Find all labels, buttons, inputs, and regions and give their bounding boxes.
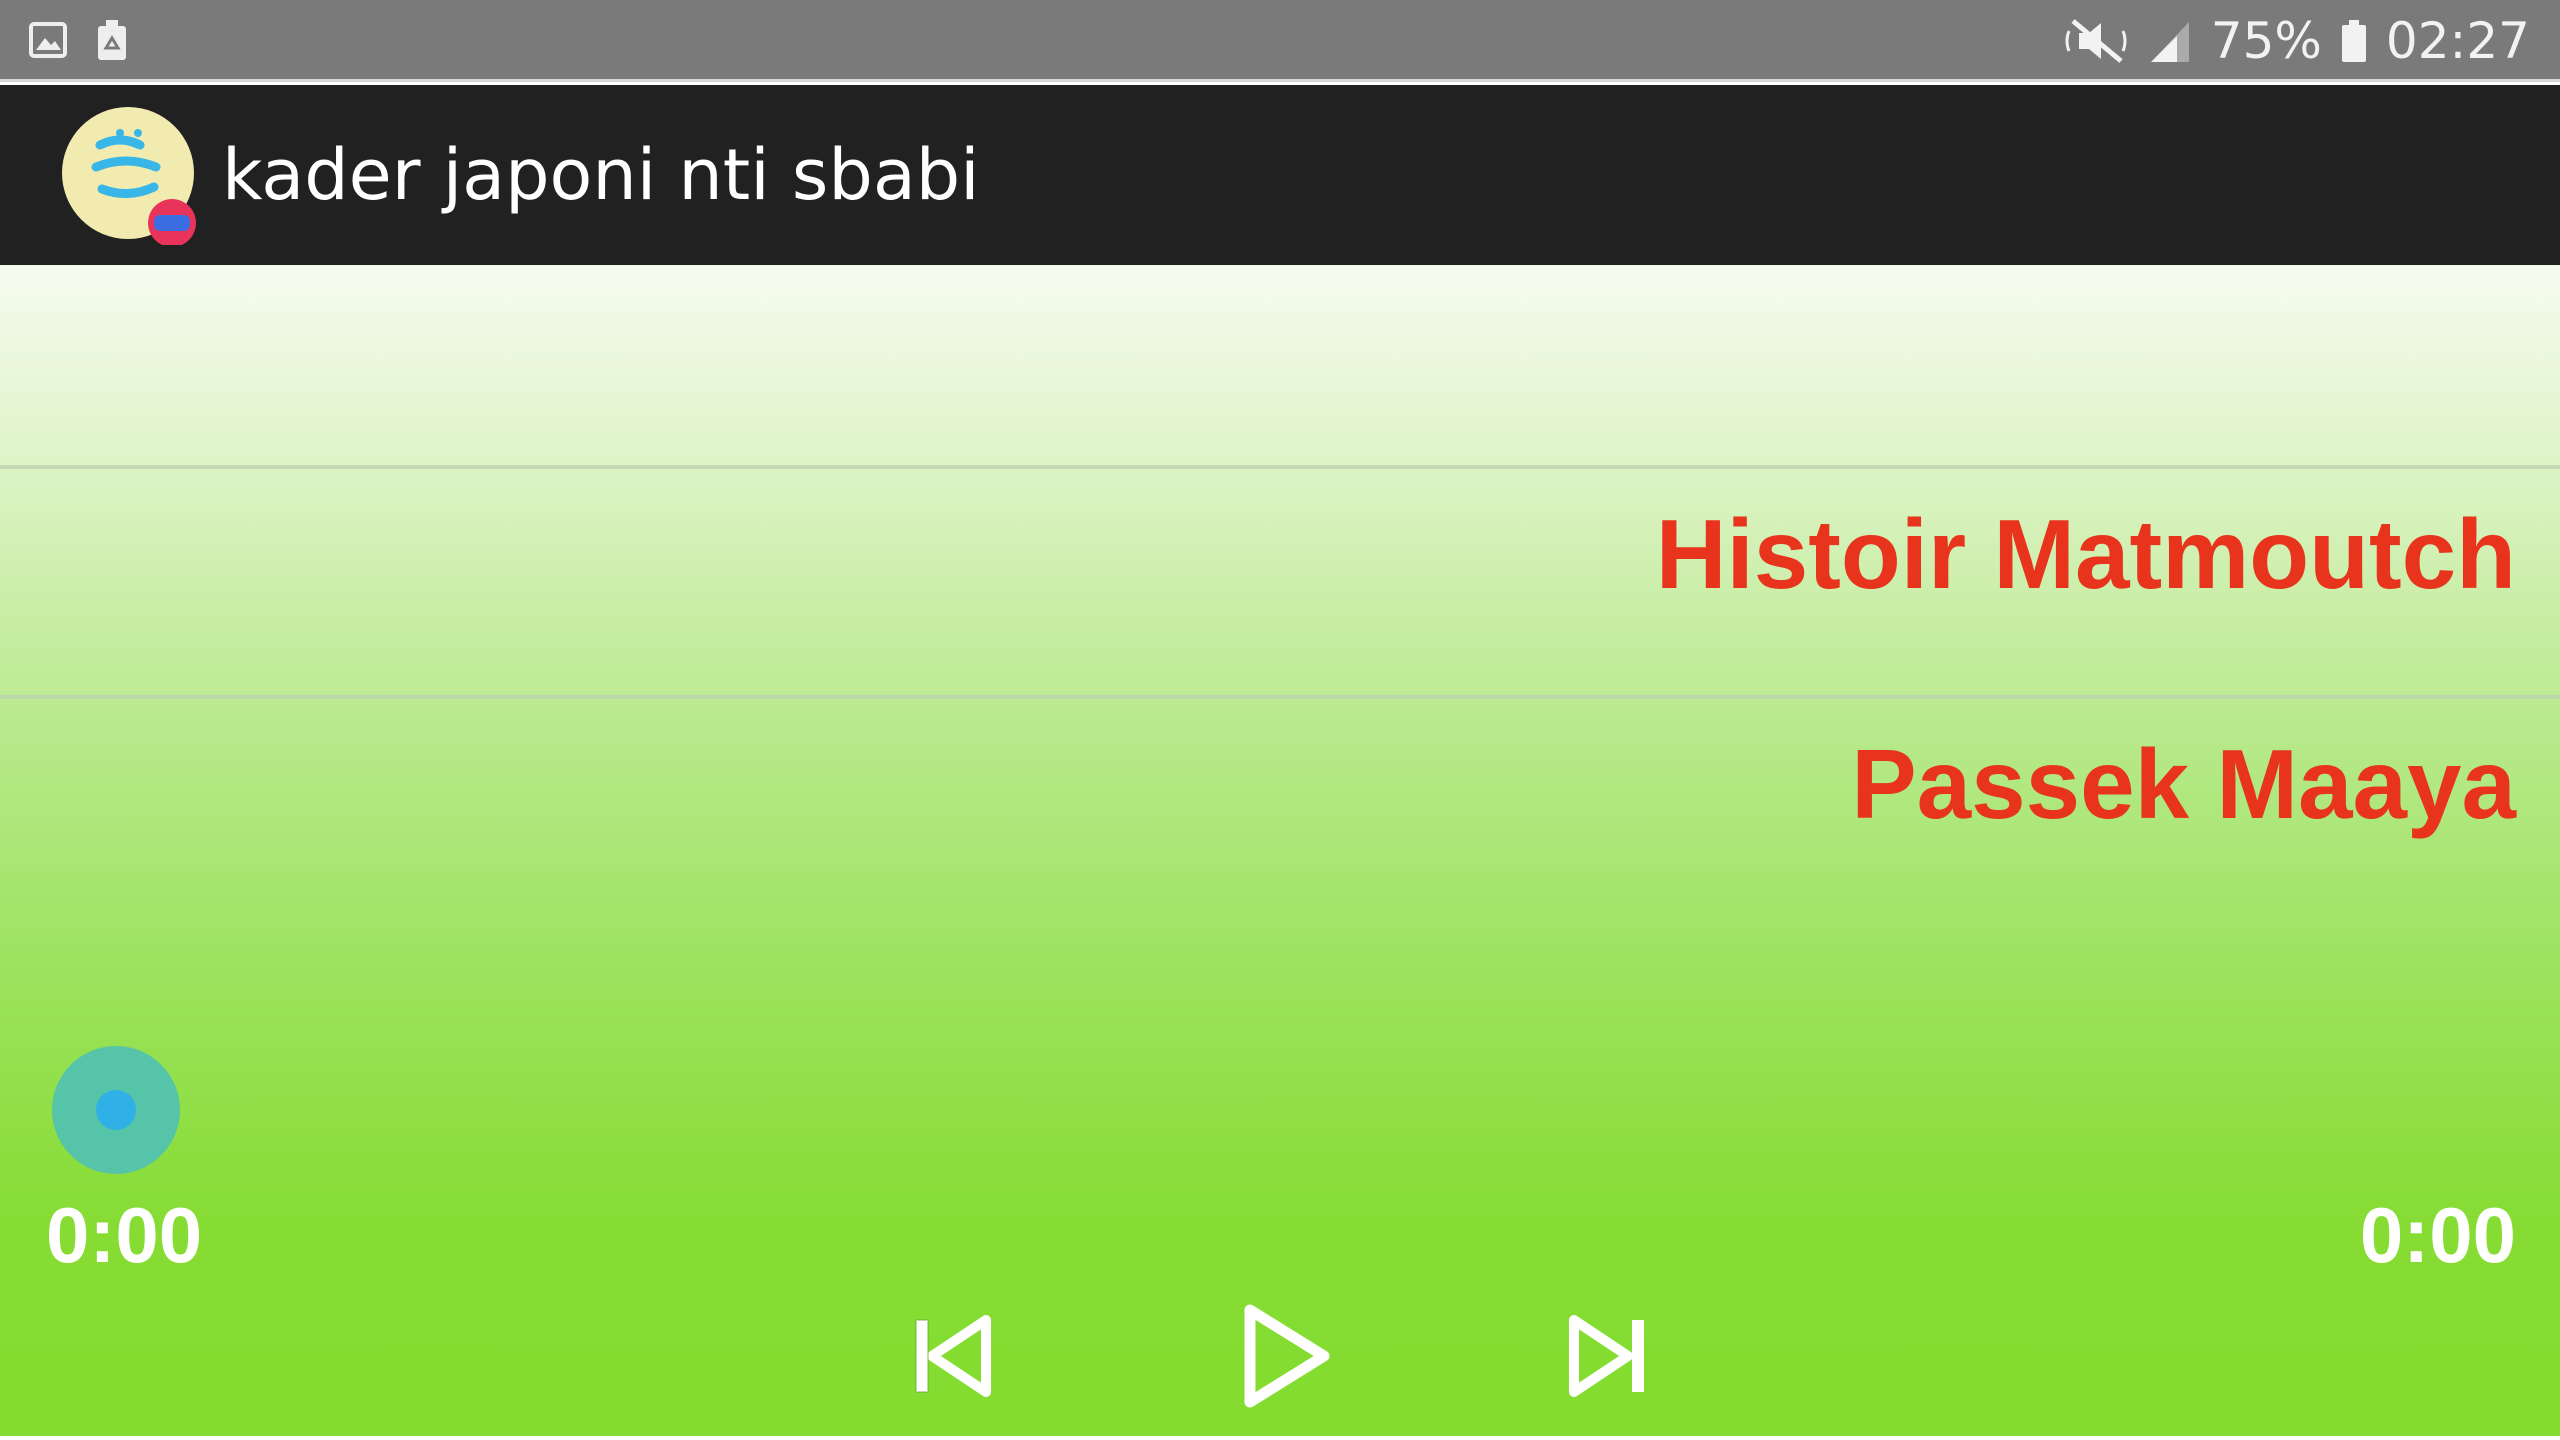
status-right-group: 75% 02:27 bbox=[2065, 0, 2530, 82]
app-title: kader japoni nti sbabi bbox=[222, 134, 980, 216]
next-icon[interactable] bbox=[1558, 1300, 1658, 1412]
elapsed-time: 0:00 bbox=[46, 1191, 203, 1279]
battery-percent: 75% bbox=[2210, 12, 2322, 70]
signal-icon bbox=[2150, 22, 2189, 62]
previous-icon[interactable] bbox=[902, 1300, 1002, 1412]
list-item[interactable]: Passek Maaya bbox=[0, 699, 2560, 899]
playlist-area: Histoir Matmoutch Passek Maaya bbox=[0, 265, 2560, 1440]
seek-bar-thumb[interactable] bbox=[52, 1046, 180, 1174]
image-notification-icon bbox=[29, 22, 67, 58]
status-bar: 75% 02:27 bbox=[0, 0, 2560, 82]
bottom-edge bbox=[0, 1436, 2560, 1440]
mute-icon bbox=[2065, 19, 2127, 63]
total-duration: 0:00 bbox=[2359, 1191, 2516, 1279]
action-bar: kader japoni nti sbabi bbox=[0, 85, 2560, 265]
battery-icon bbox=[2341, 20, 2366, 62]
app-logo-icon[interactable] bbox=[60, 105, 200, 245]
clock: 02:27 bbox=[2385, 12, 2530, 70]
list-item[interactable]: Histoir Matmoutch bbox=[0, 469, 2560, 695]
play-icon[interactable] bbox=[1228, 1296, 1338, 1416]
list-item[interactable] bbox=[0, 265, 2560, 465]
seek-bar-thumb-core bbox=[96, 1090, 136, 1130]
recycle-notification-icon bbox=[98, 20, 126, 60]
